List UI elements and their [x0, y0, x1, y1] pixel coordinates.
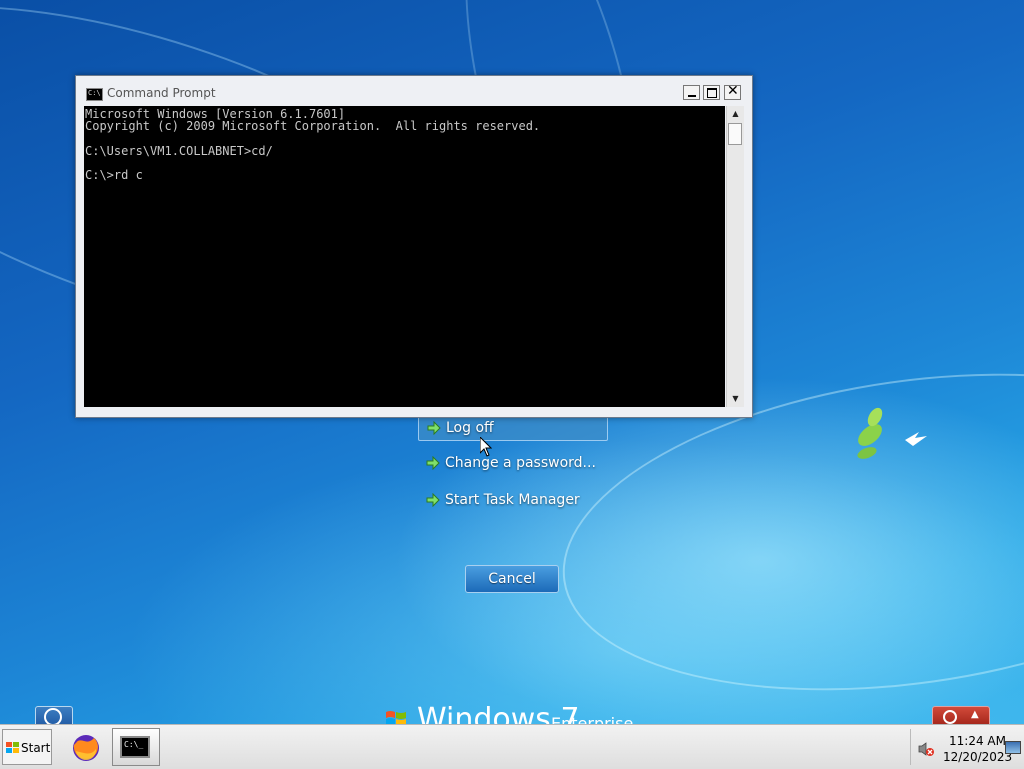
- command-prompt-icon: C:\: [86, 88, 103, 101]
- title-bar[interactable]: C:\ Command Prompt ✕: [76, 76, 752, 106]
- arrow-right-icon: [427, 421, 441, 435]
- start-label: Start: [21, 741, 51, 755]
- vertical-scrollbar[interactable]: ▲ ▼: [726, 106, 744, 407]
- close-icon: ✕: [727, 83, 739, 99]
- command-prompt-taskbar-button[interactable]: C:\_: [112, 728, 160, 766]
- scroll-up-icon[interactable]: ▲: [727, 106, 744, 122]
- scroll-down-icon[interactable]: ▼: [727, 391, 744, 407]
- start-button[interactable]: Start: [2, 729, 52, 765]
- wallpaper-bird-icon: [857, 407, 927, 459]
- maximize-button[interactable]: [703, 85, 720, 100]
- mouse-cursor-icon: [480, 437, 492, 457]
- system-tray: 11:24 AM 12/20/2023: [910, 729, 1024, 765]
- scrollbar-thumb[interactable]: [728, 123, 742, 145]
- command-prompt-window[interactable]: C:\ Command Prompt ✕ Microsoft Windows […: [75, 75, 753, 418]
- change-password-option[interactable]: Change a password...: [418, 451, 606, 475]
- cmd-taskbar-glyph: C:\_: [124, 740, 144, 749]
- volume-muted-icon[interactable]: [918, 741, 934, 757]
- power-icon: [943, 710, 957, 724]
- console-line: Copyright (c) 2009 Microsoft Corporation…: [85, 119, 541, 134]
- clock-time[interactable]: 11:24 AM: [949, 734, 1006, 748]
- console-text: Microsoft Windows [Version 6.1.7601] Cop…: [84, 106, 725, 183]
- minimize-button[interactable]: [683, 85, 700, 100]
- cmd-icon-glyph: C:\: [88, 89, 101, 97]
- chevron-up-icon: ▲: [971, 709, 979, 720]
- close-button[interactable]: ✕: [724, 83, 741, 100]
- cancel-button[interactable]: Cancel: [465, 565, 559, 593]
- start-task-manager-option[interactable]: Start Task Manager: [418, 488, 606, 512]
- window-title: Command Prompt: [107, 86, 216, 100]
- command-prompt-icon: C:\_: [120, 736, 150, 758]
- windows-logo-icon: [6, 742, 19, 753]
- arrow-right-icon: [426, 493, 440, 507]
- firefox-taskbar-button[interactable]: [64, 729, 108, 765]
- change-password-label: Change a password...: [445, 455, 596, 471]
- console-input-line: C:\>rd c: [85, 168, 143, 183]
- start-task-manager-label: Start Task Manager: [445, 492, 580, 508]
- console-output[interactable]: Microsoft Windows [Version 6.1.7601] Cop…: [84, 106, 725, 407]
- arrow-right-icon: [426, 456, 440, 470]
- clock-date[interactable]: 12/20/2023: [943, 750, 1012, 764]
- show-desktop-button[interactable]: [1005, 741, 1021, 754]
- taskbar: Start C:\_ 11:24 AM 12/20/2023: [0, 724, 1024, 769]
- log-off-option[interactable]: Log off: [418, 415, 608, 441]
- console-line: C:\Users\VM1.COLLABNET>cd/: [85, 143, 273, 158]
